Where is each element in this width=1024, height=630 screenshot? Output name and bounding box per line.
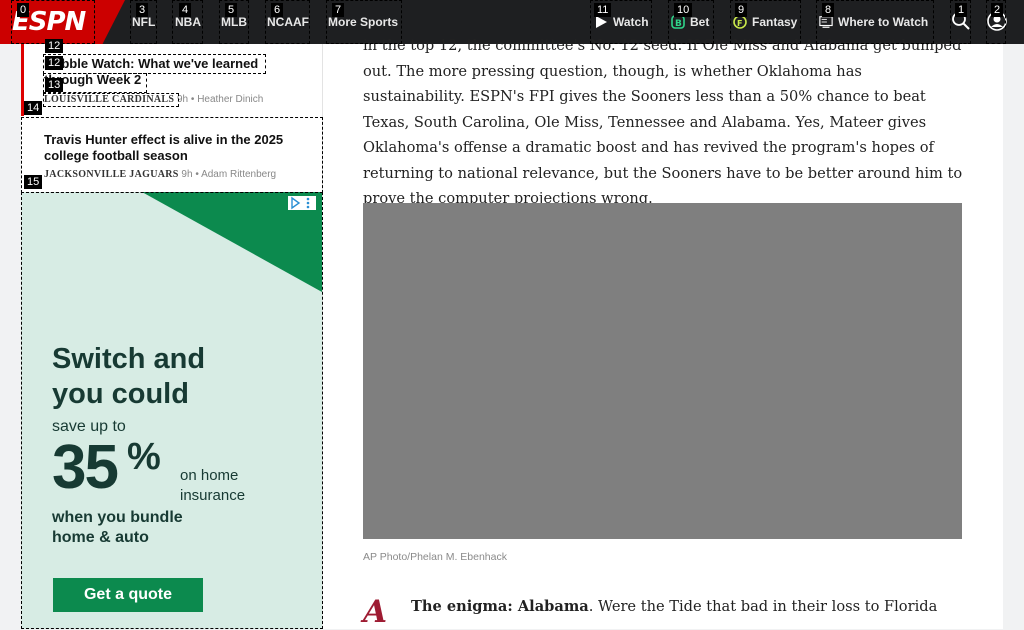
tag-3: 3 (136, 3, 149, 17)
play-icon (596, 16, 607, 28)
ad-bundle-line1: when you bundle (52, 509, 183, 526)
ad-home-line2: insurance (180, 487, 246, 504)
tag-14: 14 (24, 101, 43, 115)
svg-text:B: B (675, 19, 682, 29)
ad-percent: 35 (52, 433, 119, 502)
story-team[interactable]: JACKSONVILLE JAGUARS (44, 169, 179, 180)
tag-8: 8 (822, 3, 835, 17)
ad-headline-line2: you could (52, 378, 189, 410)
tag-11: 11 (594, 3, 612, 17)
ad-headline: Switch and you could (52, 342, 205, 412)
ad-bundle-line2: home & auto (52, 529, 149, 546)
tv-guide-icon (819, 16, 833, 28)
ad-percent-symbol: % (127, 436, 161, 478)
nav-fantasy-label: Fantasy (752, 15, 798, 29)
tag-4: 4 (179, 3, 192, 17)
story-meta: LOUISVILLE CARDINALS 9h • Heather Dinich (44, 94, 263, 105)
section-heading-alabama: The enigma: Alabama. Were the Tide that … (411, 598, 937, 615)
tag-6: 6 (271, 3, 284, 17)
story-author: Heather Dinich (197, 94, 264, 105)
ad-bundle-text: when you bundle home & auto (52, 508, 183, 548)
ad-home-line1: on home (180, 467, 239, 484)
meta-separator: • (195, 169, 199, 180)
tag-5: 5 (225, 3, 238, 17)
meta-separator: • (190, 94, 195, 105)
insurance-ad[interactable]: Switch and you could save up to 35 % on … (21, 192, 322, 629)
nav-watch-label: Watch (613, 15, 649, 29)
sidebar-story-bubble-watch[interactable]: Bubble Watch: What we've learned through… (21, 44, 323, 116)
tag-13: 13 (45, 78, 64, 92)
fantasy-icon: F (733, 15, 747, 29)
tag-12b: 12 (45, 56, 64, 70)
tag-1: 1 (955, 3, 968, 17)
article-body: in the top 12, the committee's No. 12 se… (323, 37, 1003, 630)
tag-10: 10 (674, 3, 693, 17)
sidebar-story-travis-hunter[interactable]: Travis Hunter effect is alive in the 202… (21, 118, 323, 192)
svg-text:F: F (737, 19, 742, 28)
story-title-line1[interactable]: Travis Hunter effect is alive in the 202… (44, 132, 283, 148)
tag-15: 15 (24, 175, 43, 189)
tag-2: 2 (991, 3, 1004, 17)
get-quote-button[interactable]: Get a quote (53, 578, 203, 612)
right-gutter (1003, 44, 1024, 629)
left-sidebar: Bubble Watch: What we've learned through… (21, 39, 323, 629)
alabama-logo-icon: A (363, 594, 388, 630)
article-paragraph: in the top 12, the committee's No. 12 se… (363, 37, 963, 207)
photo-credit: AP Photo/Phelan M. Ebenhack (363, 551, 507, 563)
section-heading-rest: . Were the Tide that bad in their loss t… (588, 598, 938, 615)
story-meta: JACKSONVILLE JAGUARS 9h • Adam Rittenber… (44, 169, 276, 180)
story-age: 9h (181, 169, 193, 180)
story-title-line1[interactable]: Bubble Watch: What we've learned (44, 56, 258, 72)
tag-0: 0 (17, 3, 30, 17)
ad-home-insurance: on home insurance (180, 466, 245, 506)
section-heading-bold: The enigma: Alabama (411, 598, 589, 615)
bet-icon: B (671, 15, 685, 29)
story-age: 9h (176, 94, 189, 105)
ad-choices-icon[interactable] (288, 196, 316, 210)
nav-bet-label: Bet (690, 15, 710, 29)
nav-where-to-watch-label: Where to Watch (838, 15, 929, 29)
tag-12a: 12 (45, 39, 64, 53)
tag-7: 7 (332, 3, 345, 17)
story-title-line2[interactable]: college football season (44, 148, 188, 164)
tag-9: 9 (735, 3, 748, 17)
ad-headline-line1: Switch and (52, 343, 206, 375)
story-team[interactable]: LOUISVILLE CARDINALS (44, 94, 174, 105)
story-author: Adam Rittenberg (201, 169, 277, 180)
article-photo[interactable] (363, 203, 962, 539)
